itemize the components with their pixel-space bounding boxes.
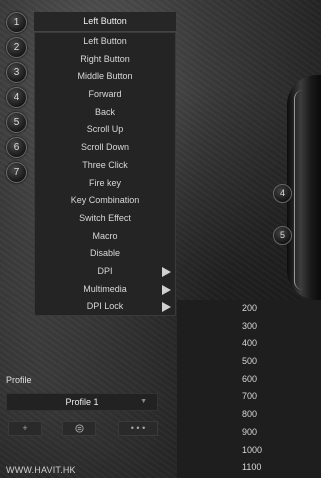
menu-item-dpi-lock-label: DPI Lock xyxy=(86,301,124,312)
button-1[interactable]: 1 xyxy=(6,12,27,33)
button-4[interactable]: 4 xyxy=(6,87,27,108)
menu-item-fire-key[interactable]: Fire key xyxy=(35,175,175,193)
mouse-button-marker-5[interactable]: 5 xyxy=(273,226,292,245)
menu-item-switch-effect[interactable]: Switch Effect xyxy=(35,210,175,228)
profile-label: Profile xyxy=(6,375,32,385)
menu-item-scroll-up[interactable]: Scroll Up xyxy=(35,121,175,139)
menu-item-forward[interactable]: Forward xyxy=(35,86,175,104)
dpi-option-900[interactable]: 900 xyxy=(177,424,321,442)
dpi-option-200[interactable]: 200 xyxy=(177,300,321,318)
add-profile-button[interactable]: + xyxy=(8,421,42,436)
dpi-submenu: 200 300 400 500 600 700 800 900 1000 110… xyxy=(177,300,321,478)
dpi-option-600[interactable]: 600 xyxy=(177,371,321,389)
dpi-option-400[interactable]: 400 xyxy=(177,335,321,353)
menu-item-key-combination[interactable]: Key Combination xyxy=(35,192,175,210)
menu-item-multimedia[interactable]: Multimedia xyxy=(35,281,175,299)
trash-icon xyxy=(74,424,84,433)
more-options-button[interactable]: • • • xyxy=(118,421,158,436)
button-5[interactable]: 5 xyxy=(6,112,27,133)
profile-select[interactable]: Profile 1 ▼ xyxy=(6,393,158,411)
button-7[interactable]: 7 xyxy=(6,162,27,183)
menu-item-dpi-label: DPI xyxy=(97,265,113,276)
menu-item-middle-button[interactable]: Middle Button xyxy=(35,68,175,86)
triangle-right-icon xyxy=(162,284,171,295)
menu-item-multimedia-label: Multimedia xyxy=(83,283,127,294)
button-6[interactable]: 6 xyxy=(6,137,27,158)
function-dropdown-menu: Left Button Right Button Middle Button F… xyxy=(34,32,176,316)
more-icon: • • • xyxy=(130,423,146,433)
menu-item-back[interactable]: Back xyxy=(35,104,175,122)
menu-item-left-button[interactable]: Left Button xyxy=(35,33,175,51)
dpi-option-800[interactable]: 800 xyxy=(177,406,321,424)
menu-item-dpi[interactable]: DPI xyxy=(35,263,175,281)
menu-item-disable[interactable]: Disable xyxy=(35,245,175,263)
dpi-option-1100[interactable]: 1100 xyxy=(177,459,321,477)
profile-selected-value: Profile 1 xyxy=(65,397,99,407)
triangle-right-icon xyxy=(162,266,171,277)
menu-item-three-click[interactable]: Three Click xyxy=(35,157,175,175)
mouse-image xyxy=(287,75,321,300)
triangle-right-icon xyxy=(162,302,171,313)
menu-item-right-button[interactable]: Right Button xyxy=(35,51,175,69)
triangle-down-icon: ▼ xyxy=(140,398,147,405)
plus-icon: + xyxy=(22,423,28,433)
dpi-option-500[interactable]: 500 xyxy=(177,353,321,371)
menu-item-dpi-lock[interactable]: DPI Lock xyxy=(35,298,175,316)
dpi-option-1000[interactable]: 1000 xyxy=(177,442,321,460)
button-3[interactable]: 3 xyxy=(6,62,27,83)
menu-item-macro[interactable]: Macro xyxy=(35,228,175,246)
dpi-option-700[interactable]: 700 xyxy=(177,388,321,406)
button-function-select[interactable]: Left Button xyxy=(34,12,176,32)
website-label: WWW.HAVIT.HK xyxy=(6,465,76,475)
delete-profile-button[interactable] xyxy=(62,421,96,436)
menu-item-scroll-down[interactable]: Scroll Down xyxy=(35,139,175,157)
button-2[interactable]: 2 xyxy=(6,37,27,58)
mouse-button-marker-4[interactable]: 4 xyxy=(273,184,292,203)
mouse-outline xyxy=(294,90,303,290)
dpi-option-300[interactable]: 300 xyxy=(177,318,321,336)
